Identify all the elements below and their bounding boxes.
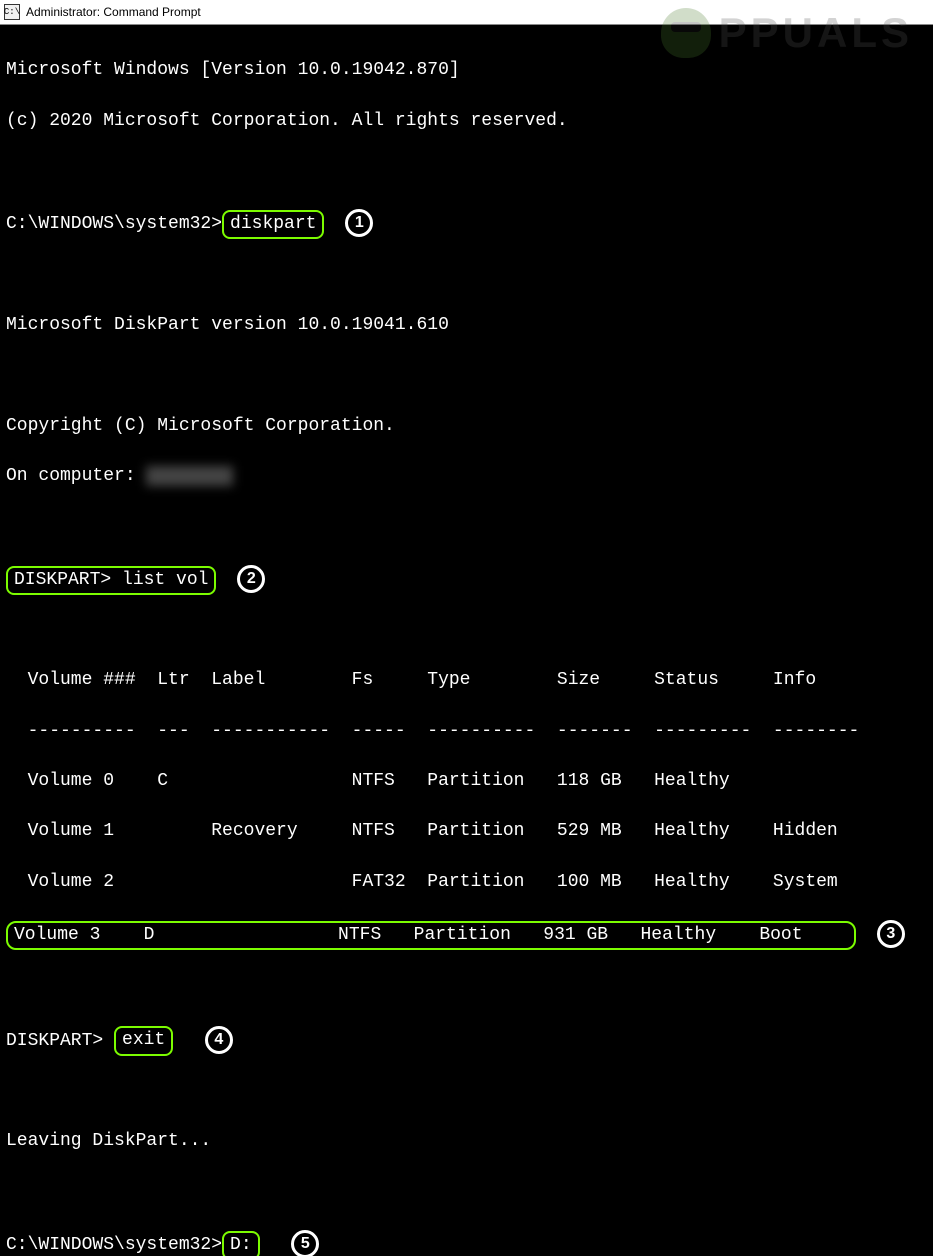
version-line: Microsoft Windows [Version 10.0.19042.87…	[6, 58, 927, 83]
cmd-listvol-box: DISKPART> list vol	[6, 566, 216, 595]
table-row-highlighted: Volume 3 D NTFS Partition 931 GB Healthy…	[6, 920, 927, 950]
leaving-line: Leaving DiskPart...	[6, 1129, 927, 1154]
table-row: Volume 1 Recovery NTFS Partition 529 MB …	[6, 819, 927, 844]
prompt-4: C:\WINDOWS\system32>	[6, 1235, 222, 1255]
badge-5: 5	[291, 1230, 319, 1256]
cmd-drive-d: D:	[222, 1231, 260, 1256]
table-header: Volume ### Ltr Label Fs Type Size Status…	[6, 668, 927, 693]
table-divider: ---------- --- ----------- ----- -------…	[6, 719, 927, 744]
prompt-1: C:\WINDOWS\system32>	[6, 214, 222, 234]
diskpart-version: Microsoft DiskPart version 10.0.19041.61…	[6, 313, 927, 338]
volume-3-highlight: Volume 3 D NTFS Partition 931 GB Healthy…	[6, 921, 856, 950]
terminal-output[interactable]: Microsoft Windows [Version 10.0.19042.87…	[0, 25, 933, 1256]
cmd-icon: C:\	[4, 4, 20, 20]
computer-name-redacted: REDACTED	[146, 466, 232, 486]
prompt-line-3: DISKPART> exit 4	[6, 1026, 927, 1054]
prompt-line-4: C:\WINDOWS\system32>D: 5	[6, 1230, 927, 1256]
badge-4: 4	[205, 1026, 233, 1054]
prompt-3: DISKPART>	[6, 1030, 114, 1050]
cmd-listvol: list vol	[122, 570, 208, 590]
prompt-line-1: C:\WINDOWS\system32>diskpart 1	[6, 209, 927, 237]
prompt-2: DISKPART>	[14, 570, 122, 590]
table-row: Volume 2 FAT32 Partition 100 MB Healthy …	[6, 870, 927, 895]
badge-3: 3	[877, 920, 905, 948]
cmd-exit: exit	[114, 1026, 173, 1055]
on-computer-line: On computer: REDACTED	[6, 464, 927, 489]
copyright-line: (c) 2020 Microsoft Corporation. All righ…	[6, 109, 927, 134]
on-computer-label: On computer:	[6, 466, 146, 486]
badge-1: 1	[345, 209, 373, 237]
badge-2: 2	[237, 565, 265, 593]
cmd-diskpart: diskpart	[222, 210, 324, 239]
window-title: Administrator: Command Prompt	[26, 5, 201, 19]
prompt-line-2: DISKPART> list vol 2	[6, 565, 927, 593]
diskpart-copyright: Copyright (C) Microsoft Corporation.	[6, 414, 927, 439]
table-row: Volume 0 C NTFS Partition 118 GB Healthy	[6, 769, 927, 794]
